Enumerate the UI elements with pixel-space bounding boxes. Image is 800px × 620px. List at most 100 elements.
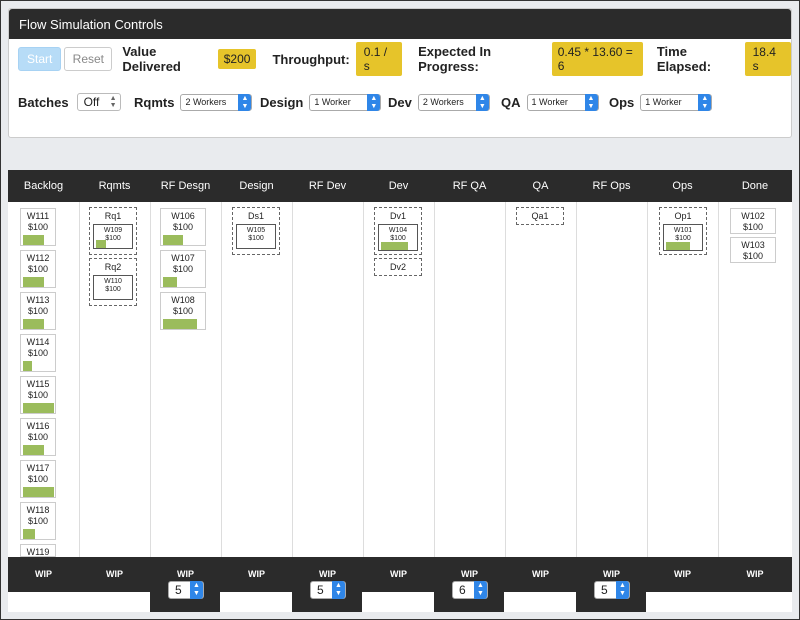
column-divider — [718, 202, 719, 557]
work-item-value: $100 — [27, 222, 49, 232]
design-workers-select[interactable]: 1 Worker ▲ ▼ — [309, 93, 382, 111]
updown-icon: ▲ ▼ — [584, 93, 598, 111]
column-divider — [434, 202, 435, 557]
work-item-card[interactable]: W118 $100 — [20, 502, 56, 540]
column-header-rf-dev: RF Dev — [308, 180, 347, 192]
work-item-value: $100 — [27, 432, 49, 442]
work-item-id: W111 — [26, 211, 50, 221]
value-delivered-label: Value Delivered — [122, 44, 181, 74]
wip-label: WIP — [390, 569, 407, 579]
work-item-value: $100 — [27, 516, 49, 526]
ops-workers-select[interactable]: 1 Worker ▲ ▼ — [640, 93, 713, 111]
work-item-card[interactable]: W119 — [20, 544, 56, 557]
column-header-rf-ops: RF Ops — [592, 180, 631, 192]
work-item-id: W116 — [26, 421, 50, 431]
rqmts-workers-select[interactable]: 2 Workers ▲ ▼ — [180, 93, 253, 111]
work-item-card[interactable]: W109 $100 — [93, 224, 133, 249]
throughput-value: 0.1 / s — [355, 42, 403, 76]
work-item-card[interactable]: W112 $100 — [20, 250, 56, 288]
work-item-card[interactable]: W107 $100 — [160, 250, 206, 288]
qa-workers-control: QA 1 Worker ▲ ▼ — [501, 93, 599, 111]
batch-group: Rq1 W109 $100 — [89, 207, 137, 255]
work-item-card[interactable]: W111 $100 — [20, 208, 56, 246]
work-item-value: $100 — [27, 390, 49, 400]
batches-value: Off — [83, 95, 100, 109]
work-item-value: $100 — [105, 286, 121, 293]
work-item-card[interactable]: W117 $100 — [20, 460, 56, 498]
work-item-value: $100 — [172, 222, 194, 232]
wip-limit-select-rf-qa[interactable]: 6 ▲ ▼ — [452, 581, 488, 599]
updown-icon: ▲ ▼ — [475, 93, 489, 111]
work-item-value: $100 — [27, 306, 49, 316]
time-elapsed-label: Time Elapsed: — [656, 44, 712, 74]
column-divider — [505, 202, 506, 557]
work-item-card[interactable]: W110 $100 — [93, 275, 133, 300]
progress-bar — [23, 277, 45, 287]
qa-workers-value: 1 Worker — [531, 97, 568, 107]
column-header-rf-design: RF Desgn — [160, 180, 211, 192]
column-header-qa: QA — [532, 180, 549, 192]
work-item-card[interactable]: W105 $100 — [236, 224, 276, 249]
updown-icon: ▲ ▼ — [332, 581, 345, 599]
work-item-card[interactable]: W116 $100 — [20, 418, 56, 456]
work-item-id: W108 — [171, 295, 195, 305]
column-divider — [221, 202, 222, 557]
panel-title: Flow Simulation Controls — [9, 9, 791, 39]
work-item-value: $100 — [742, 222, 764, 232]
column-header-design: Design — [239, 180, 274, 192]
column-divider — [150, 202, 151, 557]
expected-value: 0.45 * 13.60 = 6 — [551, 42, 643, 76]
wip-limit-value: 6 — [459, 583, 466, 597]
work-item-card[interactable]: W103 $100 — [730, 237, 776, 263]
column-header-rqmts: Rqmts — [98, 180, 131, 192]
wip-limit-value: 5 — [317, 583, 324, 597]
work-item-id: W106 — [171, 211, 195, 221]
stats-row: Start Reset Value Delivered $200 Through… — [18, 42, 791, 76]
batches-select[interactable]: Off ▲ ▼ — [76, 93, 121, 111]
column-header-rf-qa: RF QA — [452, 180, 487, 192]
work-item-value: $100 — [27, 348, 49, 358]
work-item-id: W112 — [26, 253, 50, 263]
work-item-card[interactable]: W114 $100 — [20, 334, 56, 372]
value-delivered-value: $200 — [217, 49, 257, 69]
column-header-done: Done — [741, 180, 769, 192]
rqmts-workers-control: Rqmts 2 Workers ▲ ▼ — [134, 93, 253, 111]
reset-button[interactable]: Reset — [64, 47, 113, 71]
work-item-card[interactable]: W102 $100 — [730, 208, 776, 234]
work-item-id: W105 — [246, 227, 266, 234]
batch-label: Qa1 — [531, 211, 549, 221]
column-divider — [647, 202, 648, 557]
qa-workers-label: QA — [501, 94, 521, 110]
progress-bar — [381, 242, 409, 250]
progress-bar — [163, 235, 183, 245]
updown-icon: ▲ ▼ — [616, 581, 629, 599]
work-item-card[interactable]: W113 $100 — [20, 292, 56, 330]
updown-icon: ▲ ▼ — [698, 93, 712, 111]
rqmts-workers-value: 2 Workers — [185, 97, 227, 107]
progress-bar — [23, 487, 54, 497]
work-item-card[interactable]: W101 $100 — [663, 224, 703, 251]
dev-workers-select[interactable]: 2 Workers ▲ ▼ — [417, 93, 490, 111]
progress-bar — [23, 529, 36, 539]
wip-limit-select-rf-design[interactable]: 5 ▲ ▼ — [168, 581, 204, 599]
work-item-id: W103 — [741, 240, 765, 250]
progress-bar — [96, 240, 107, 248]
work-item-card[interactable]: W104 $100 — [378, 224, 418, 251]
wip-limit-select-rf-dev[interactable]: 5 ▲ ▼ — [310, 581, 346, 599]
qa-workers-select[interactable]: 1 Worker ▲ ▼ — [526, 93, 599, 111]
start-button[interactable]: Start — [18, 47, 62, 71]
ops-workers-value: 1 Worker — [645, 97, 682, 107]
work-item-id: W107 — [171, 253, 195, 263]
batches-control: Batches Off ▲ ▼ — [18, 93, 121, 111]
wip-limit-value: 5 — [601, 583, 608, 597]
controls-panel: Flow Simulation Controls Start Reset Val… — [8, 8, 792, 138]
wip-limit-value: 5 — [175, 583, 182, 597]
work-item-card[interactable]: W108 $100 — [160, 292, 206, 330]
work-item-id: W114 — [26, 337, 50, 347]
work-item-id: W113 — [26, 295, 50, 305]
updown-icon: ▲ ▼ — [109, 95, 117, 109]
work-item-card[interactable]: W106 $100 — [160, 208, 206, 246]
work-item-card[interactable]: W115 $100 — [20, 376, 56, 414]
progress-bar — [23, 361, 33, 371]
wip-limit-select-rf-ops[interactable]: 5 ▲ ▼ — [594, 581, 630, 599]
